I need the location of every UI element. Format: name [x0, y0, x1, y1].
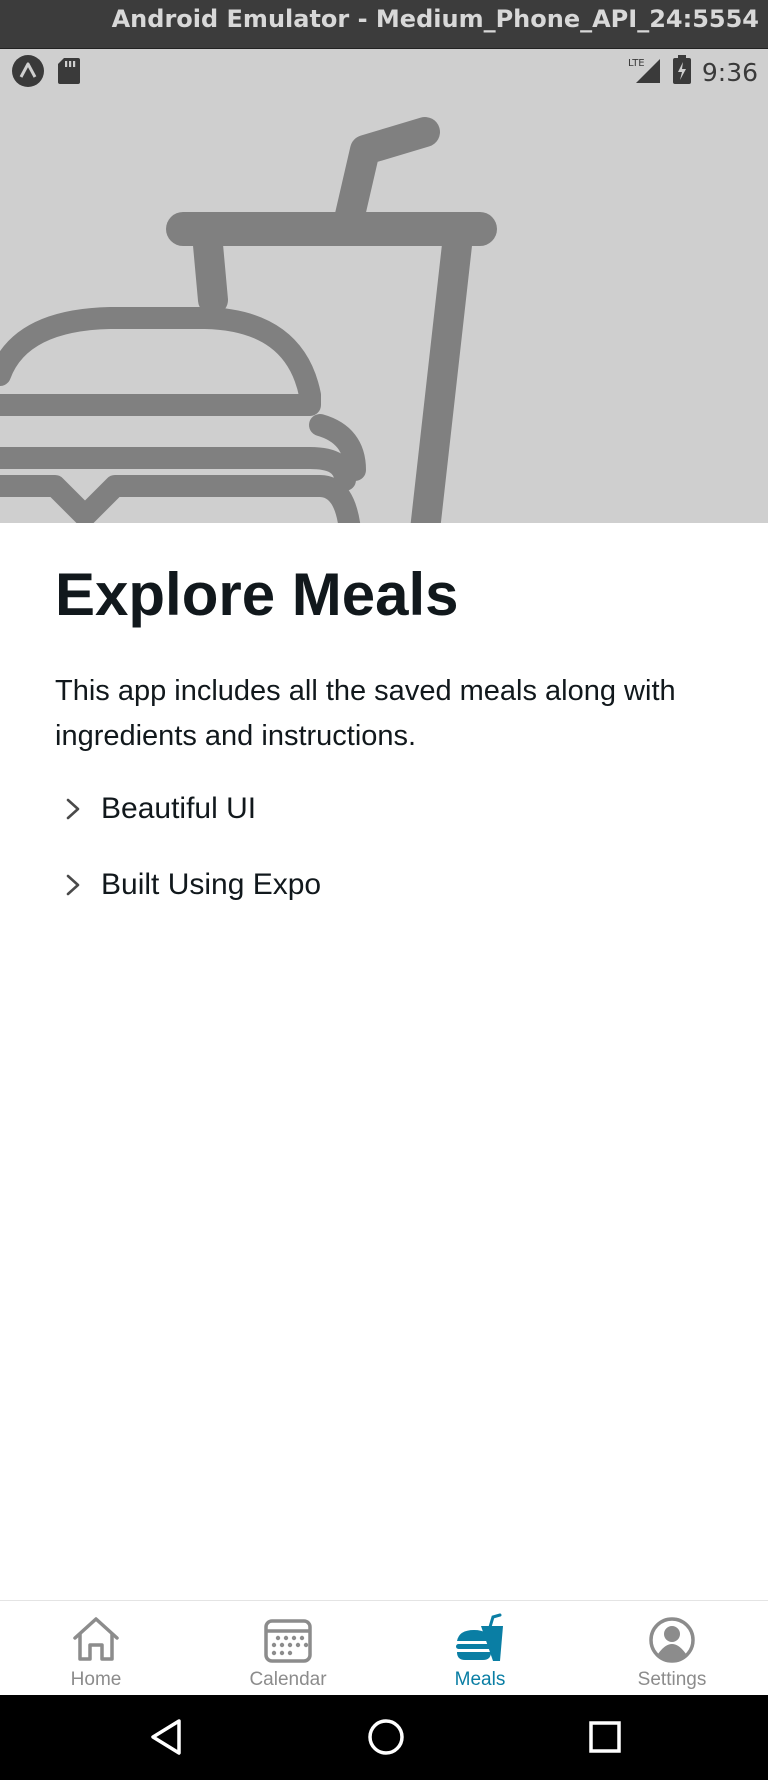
- tab-label: Meals: [454, 1669, 506, 1690]
- fast-food-icon: [456, 1613, 503, 1661]
- tab-calendar[interactable]: Calendar: [192, 1601, 384, 1695]
- battery-charging-icon: [672, 55, 692, 90]
- page-description: This app includes all the saved meals al…: [55, 675, 676, 752]
- recent-apps-button[interactable]: [587, 1717, 623, 1762]
- tab-label: Calendar: [249, 1669, 327, 1690]
- emulator-title-bar: Android Emulator - Medium_Phone_API_24:5…: [0, 0, 768, 49]
- page-title: Explore Meals: [55, 561, 459, 628]
- collapsible-beautiful-ui[interactable]: Beautiful UI: [55, 787, 735, 831]
- bottom-tab-bar: Home Calendar Meals Settings: [0, 1600, 768, 1695]
- house-icon: [73, 1617, 119, 1661]
- back-triangle-icon: [151, 1719, 181, 1755]
- lte-signal-icon: LTE: [628, 55, 662, 90]
- user-circle-icon: [649, 1617, 695, 1663]
- tab-label: Home: [70, 1669, 122, 1690]
- sd-card-icon: [56, 56, 82, 91]
- tab-settings[interactable]: Settings: [576, 1601, 768, 1695]
- explore-content: Explore Meals This app includes all the …: [55, 565, 735, 907]
- emulator-title: Android Emulator - Medium_Phone_API_24:5…: [111, 5, 759, 33]
- home-circle-icon: [368, 1719, 404, 1755]
- recent-apps-square-icon: [589, 1721, 621, 1753]
- tab-meals[interactable]: Meals: [384, 1601, 576, 1695]
- network-type-label: LTE: [628, 58, 645, 69]
- calendar-icon: [264, 1619, 312, 1663]
- expo-notification-icon: [12, 55, 44, 92]
- back-button[interactable]: [148, 1717, 184, 1762]
- chevron-right-icon: [66, 798, 80, 820]
- fast-food-illustration-icon: [0, 117, 497, 523]
- status-bar: LTE 9:36: [0, 49, 768, 93]
- header-image: [0, 93, 768, 523]
- android-navigation-bar: [0, 1695, 768, 1780]
- chevron-right-icon: [66, 874, 80, 896]
- collapsible-label: Built Using Expo: [101, 868, 322, 901]
- tab-home[interactable]: Home: [0, 1601, 192, 1695]
- collapsible-built-using-expo[interactable]: Built Using Expo: [55, 863, 735, 907]
- status-time: 9:36: [701, 58, 758, 87]
- home-button[interactable]: [366, 1717, 406, 1762]
- tab-label: Settings: [637, 1669, 707, 1690]
- collapsible-label: Beautiful UI: [101, 792, 257, 825]
